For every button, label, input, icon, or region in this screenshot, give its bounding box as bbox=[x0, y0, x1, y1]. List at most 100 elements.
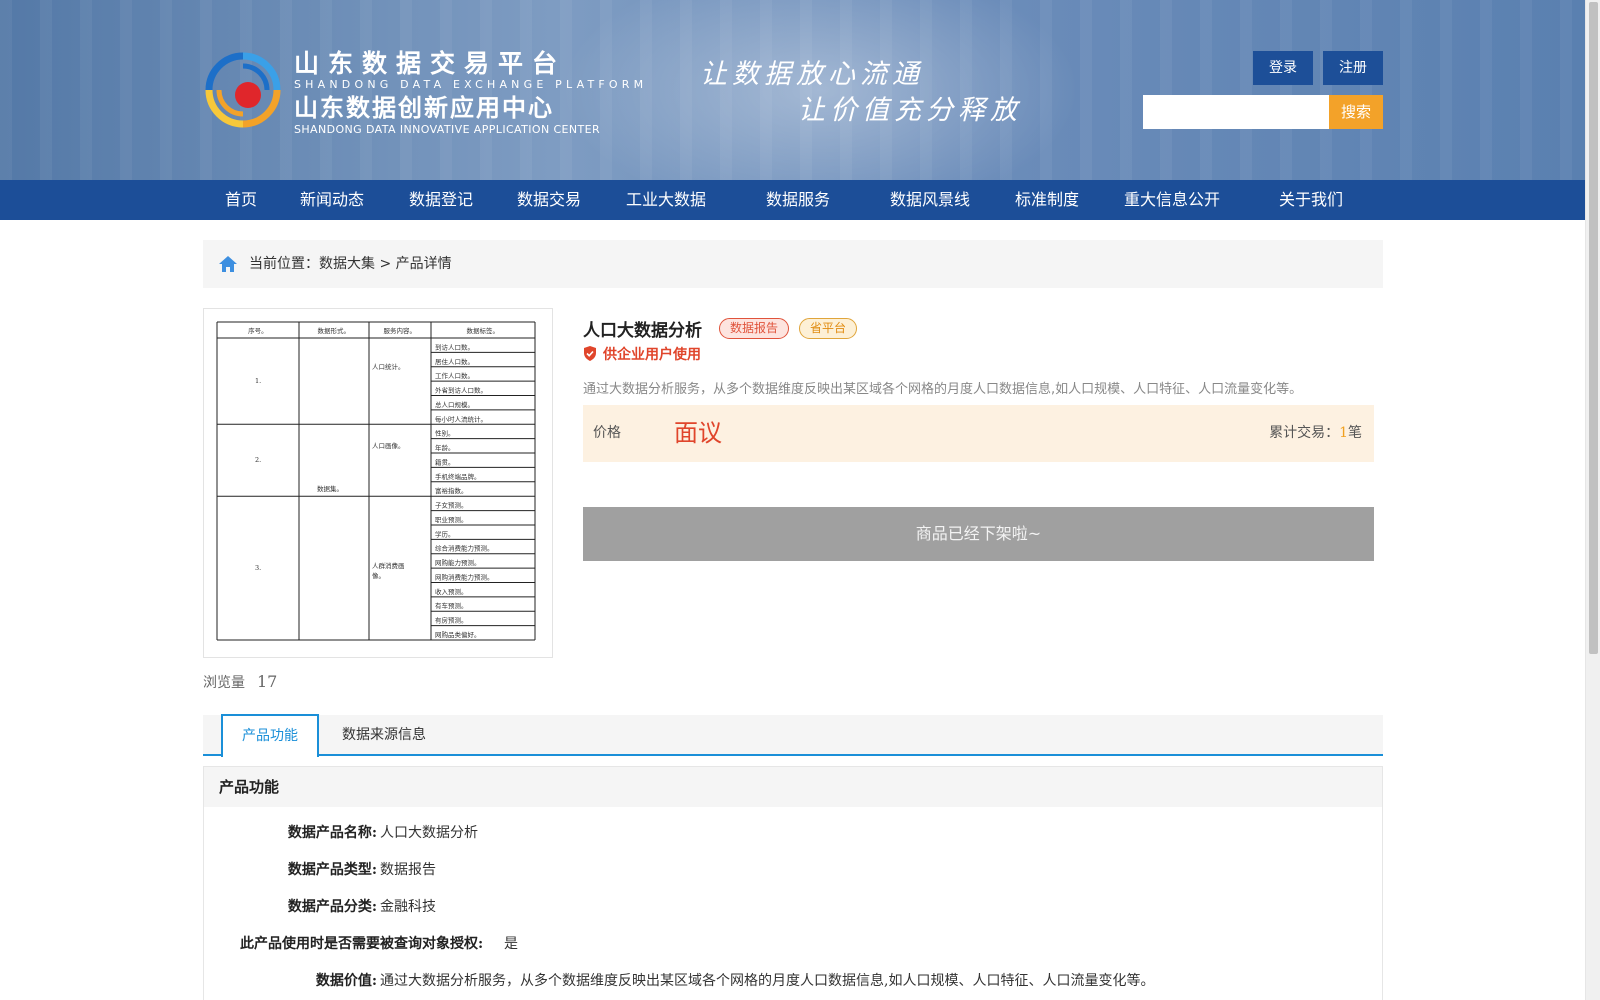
table-label-cell: 外省到访人口数。 bbox=[435, 386, 487, 395]
row-key: 数据产品分类: bbox=[287, 899, 377, 915]
table-label-cell: 网购能力预测。 bbox=[435, 558, 481, 567]
row-value: 通过大数据分析服务，从多个数据维度反映出某区域各个网格的月度人口数据信息,如人口… bbox=[380, 973, 1155, 989]
row-product-type: 数据产品类型: 数据报告 bbox=[204, 860, 1384, 880]
price-value: 面议 bbox=[674, 419, 722, 447]
product-title: 人口大数据分析 bbox=[583, 321, 702, 341]
table-content-cell: 像。 bbox=[372, 571, 385, 580]
table-label-cell: 年龄。 bbox=[435, 443, 455, 452]
views-number: 17 bbox=[257, 672, 278, 691]
table-label-cell: 综合消费能力预测。 bbox=[435, 544, 494, 553]
table-label-cell: 手机终端品牌。 bbox=[435, 472, 481, 481]
nav-item-home[interactable]: 首页 bbox=[225, 180, 257, 220]
table-header-cell: 服务内容。 bbox=[384, 326, 417, 335]
search-button[interactable]: 搜索 bbox=[1329, 95, 1383, 129]
views-label: 浏览量 bbox=[203, 675, 245, 691]
search-input[interactable] bbox=[1143, 95, 1329, 129]
breadcrumb: 当前位置：数据大集 > 产品详情 bbox=[203, 240, 1383, 288]
table-content-cell: 人口统计。 bbox=[372, 362, 405, 371]
register-button[interactable]: 注册 bbox=[1323, 51, 1383, 85]
row-key: 数据产品类型: bbox=[287, 862, 377, 878]
table-content-cell: 人群消费画 bbox=[372, 561, 405, 570]
logo-sub-cn: 山东数据创新应用中心 bbox=[294, 94, 554, 122]
product-table-thumbnail: 序号。 数据形式。 服务内容。 数据标签。到访人口数。居住人口数。工作人口数。外省到访… bbox=[216, 321, 536, 641]
table-label-cell: 有车预测。 bbox=[435, 601, 468, 610]
enterprise-only-text: 供企业用户使用 bbox=[603, 347, 701, 363]
table-label-cell: 网购品类偏好。 bbox=[435, 630, 481, 639]
nav-item-industrial-big-data[interactable]: 工业大数据 bbox=[626, 180, 706, 220]
table-label-cell: 有房预测。 bbox=[435, 616, 468, 625]
row-product-name: 数据产品名称: 人口大数据分析 bbox=[204, 823, 1384, 843]
breadcrumb-text[interactable]: 当前位置：数据大集 > 产品详情 bbox=[249, 240, 452, 288]
nav-item-standards[interactable]: 标准制度 bbox=[1015, 180, 1079, 220]
logo-name-en: SHANDONG DATA EXCHANGE PLATFORM bbox=[294, 78, 648, 91]
table-label-cell: 居住人口数。 bbox=[435, 357, 474, 366]
table-index-cell: 3. bbox=[255, 564, 261, 572]
row-value: 是 bbox=[504, 936, 518, 952]
login-button[interactable]: 登录 bbox=[1253, 51, 1313, 85]
nav-item-data-registration[interactable]: 数据登记 bbox=[409, 180, 473, 220]
table-index-cell: 1. bbox=[255, 377, 261, 385]
table-label-cell: 职业预测。 bbox=[435, 515, 468, 524]
deals-number: 1 bbox=[1339, 425, 1348, 441]
deals-label: 累计交易： bbox=[1269, 425, 1340, 441]
row-authorization: 此产品使用时是否需要被查询对象授权: 是 bbox=[204, 934, 1384, 954]
nav-item-disclosure[interactable]: 重大信息公开 bbox=[1124, 180, 1220, 220]
enterprise-only-notice: 供企业用户使用 bbox=[583, 344, 701, 364]
row-key: 此产品使用时是否需要被查询对象授权: bbox=[240, 936, 484, 952]
table-label-cell: 性别。 bbox=[435, 429, 455, 438]
site-header: 山东数据交易平台 SHANDONG DATA EXCHANGE PLATFORM… bbox=[0, 0, 1585, 180]
table-label-cell: 总人口规模。 bbox=[435, 400, 474, 409]
detail-tabs: 产品功能 数据来源信息 bbox=[203, 714, 1383, 757]
nav-item-news[interactable]: 新闻动态 bbox=[300, 180, 364, 220]
row-data-value: 数据价值: 通过大数据分析服务，从多个数据维度反映出某区域各个网格的月度人口数据… bbox=[204, 971, 1384, 991]
row-value: 数据报告 bbox=[380, 862, 436, 878]
table-index-cell: 2. bbox=[255, 456, 261, 464]
table-content-cell: 人口画像。 bbox=[372, 441, 405, 450]
page-scrollbar[interactable] bbox=[1585, 0, 1600, 1000]
nav-item-about[interactable]: 关于我们 bbox=[1279, 180, 1343, 220]
deals-unit: 笔 bbox=[1348, 425, 1362, 441]
logo-text[interactable]: 山东数据交易平台 SHANDONG DATA EXCHANGE PLATFORM… bbox=[294, 49, 648, 137]
main-nav: 首页 新闻动态 数据登记 数据交易 工业大数据 数据服务 数据风景线 标准制度 … bbox=[0, 180, 1585, 220]
table-label-cell: 工作人口数。 bbox=[435, 371, 474, 380]
logo-name-cn: 山东数据交易平台 bbox=[294, 49, 567, 78]
row-key: 数据价值: bbox=[315, 973, 377, 989]
table-label-cell: 富裕指数。 bbox=[435, 486, 468, 495]
table-header-cell: 数据标签。 bbox=[467, 326, 500, 335]
price-label: 价格 bbox=[593, 425, 621, 441]
table-label-cell: 学历。 bbox=[435, 529, 455, 538]
table-label-cell: 籍贯。 bbox=[435, 457, 455, 466]
view-count: 浏览量 17 bbox=[203, 672, 277, 692]
row-key: 数据产品名称: bbox=[287, 825, 377, 841]
panel-title: 产品功能 bbox=[204, 767, 1382, 807]
row-product-category: 数据产品分类: 金融科技 bbox=[204, 897, 1384, 917]
shield-check-icon bbox=[584, 346, 596, 361]
row-value: 人口大数据分析 bbox=[380, 825, 478, 841]
tab-data-source[interactable]: 数据来源信息 bbox=[329, 715, 439, 756]
slogan-line-2: 让价值充分释放 bbox=[798, 95, 1022, 126]
offline-notice-button: 商品已经下架啦~ bbox=[583, 507, 1374, 561]
slogan-line-1: 让数据放心流通 bbox=[700, 59, 924, 90]
deal-count: 累计交易：1笔 bbox=[1269, 405, 1362, 462]
table-label-cell: 每小时人流统计。 bbox=[435, 414, 487, 423]
table-label-cell: 收入预测。 bbox=[435, 587, 468, 596]
table-header-cell: 序号。 bbox=[248, 326, 268, 335]
logo-icon[interactable] bbox=[203, 50, 283, 130]
table-label-cell: 到访人口数。 bbox=[435, 342, 474, 351]
row-value: 金融科技 bbox=[380, 899, 436, 915]
product-features-panel: 产品功能 数据产品名称: 人口大数据分析 数据产品类型: 数据报告 数据产品分类… bbox=[203, 766, 1383, 1000]
tag-data-report: 数据报告 bbox=[719, 318, 790, 339]
tag-provincial-platform: 省平台 bbox=[799, 318, 858, 339]
scrollbar-thumb[interactable] bbox=[1589, 2, 1598, 654]
tab-product-features[interactable]: 产品功能 bbox=[221, 714, 319, 757]
product-image[interactable]: 序号。 数据形式。 服务内容。 数据标签。到访人口数。 居住人口数。 工作人口数。外省到访… bbox=[203, 308, 553, 658]
page: 山东数据交易平台 SHANDONG DATA EXCHANGE PLATFORM… bbox=[0, 0, 1600, 1000]
product-description: 通过大数据分析服务，从多个数据维度反映出某区域各个网格的月度人口数据信息,如人口… bbox=[583, 382, 1303, 397]
table-header-cell: 数据形式。 bbox=[318, 326, 351, 335]
table-label-cell: 子女预测。 bbox=[435, 501, 468, 510]
nav-item-data-services[interactable]: 数据服务 bbox=[766, 180, 830, 220]
price-box: 价格 面议 累计交易：1笔 bbox=[583, 405, 1374, 462]
nav-item-data-trading[interactable]: 数据交易 bbox=[517, 180, 581, 220]
home-icon[interactable] bbox=[218, 254, 238, 274]
nav-item-data-landscape[interactable]: 数据风景线 bbox=[890, 180, 970, 220]
